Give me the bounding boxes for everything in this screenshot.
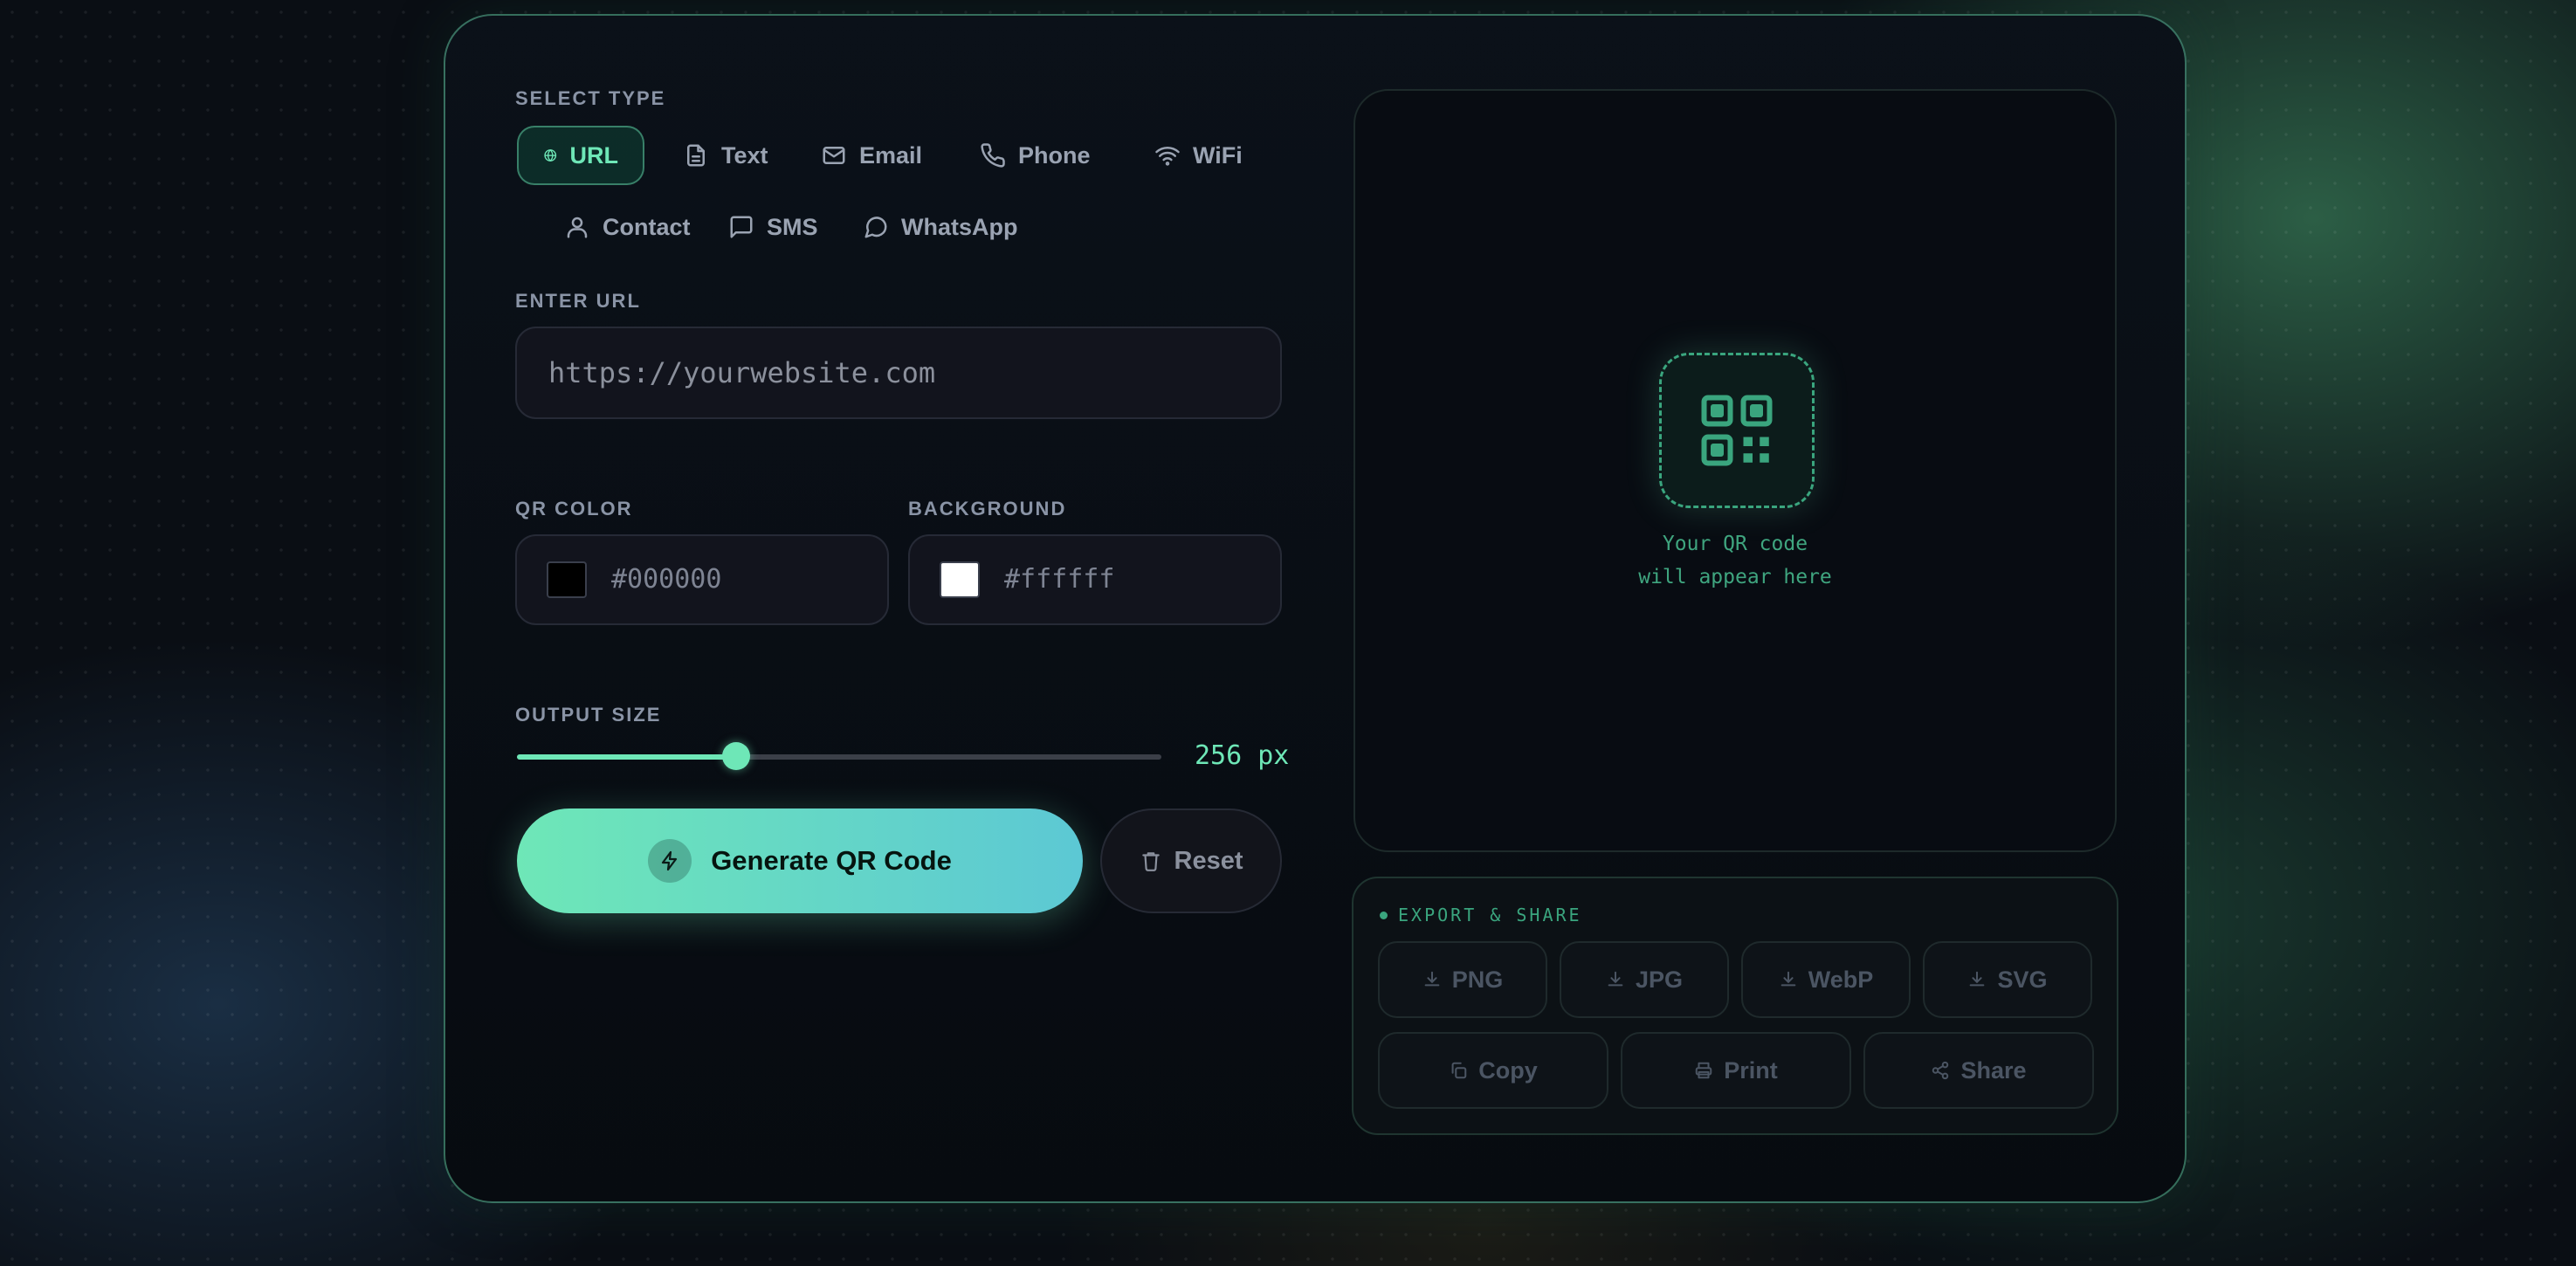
export-title: EXPORT & SHARE — [1398, 905, 1582, 925]
background-color-swatch[interactable] — [940, 561, 980, 598]
download-icon — [1970, 971, 1985, 987]
reset-button-label: Reset — [1174, 846, 1243, 875]
export-panel: EXPORT & SHARE PNG JPG WebP SVG Copy Pri… — [1352, 877, 2118, 1135]
print-button[interactable]: Print — [1621, 1032, 1851, 1109]
type-whatsapp-button[interactable]: WhatsApp — [838, 197, 1042, 257]
copy-icon — [1451, 1062, 1467, 1079]
share-button[interactable]: Share — [1863, 1032, 2094, 1109]
size-slider-fill — [517, 754, 736, 760]
export-webp-label: WebP — [1808, 966, 1874, 993]
type-email-button[interactable]: Email — [796, 126, 947, 185]
type-sms-button[interactable]: SMS — [704, 197, 843, 257]
type-url-label: URL — [569, 141, 619, 169]
export-png-button[interactable]: PNG — [1378, 941, 1547, 1018]
type-url-button[interactable]: URL — [517, 126, 644, 185]
status-dot — [1380, 911, 1388, 919]
preview-placeholder-text: Your QR code will appear here — [1355, 527, 2115, 594]
share-label: Share — [1960, 1056, 2027, 1084]
type-phone-button[interactable]: Phone — [955, 126, 1115, 185]
export-svg-button[interactable]: SVG — [1923, 941, 2092, 1018]
message-icon — [730, 216, 753, 238]
export-jpg-button[interactable]: JPG — [1560, 941, 1729, 1018]
background-color-value: #ffffff — [1004, 564, 1115, 595]
export-svg-label: SVG — [1997, 966, 2048, 993]
share-icon — [1932, 1061, 1949, 1080]
preview-line-1: Your QR code — [1662, 533, 1808, 555]
mail-icon — [823, 147, 845, 164]
type-contact-label: Contact — [603, 213, 691, 240]
export-jpg-label: JPG — [1635, 966, 1684, 993]
print-label: Print — [1724, 1056, 1778, 1084]
download-icon — [1424, 971, 1440, 987]
output-size-label: OUTPUT SIZE — [515, 704, 662, 726]
export-png-label: PNG — [1451, 966, 1504, 993]
qr-placeholder-frame — [1659, 353, 1815, 508]
export-webp-button[interactable]: WebP — [1741, 941, 1911, 1018]
type-contact-button[interactable]: Contact — [540, 197, 715, 257]
qr-preview-panel: Your QR code will appear here — [1353, 89, 2117, 852]
type-sms-label: SMS — [767, 213, 818, 240]
globe-icon — [544, 149, 557, 162]
select-type-label: SELECT TYPE — [515, 87, 666, 109]
lightning-icon — [648, 839, 692, 883]
qr-color-swatch[interactable] — [547, 561, 587, 598]
copy-label: Copy — [1478, 1056, 1538, 1084]
download-icon — [1608, 971, 1623, 987]
type-text-label: Text — [721, 141, 768, 169]
qr-generator-card: SELECT TYPE URL Text Email Phone WiFi Co… — [444, 14, 2187, 1203]
size-slider-thumb[interactable] — [721, 742, 750, 770]
wifi-icon — [1155, 146, 1180, 166]
printer-icon — [1695, 1062, 1712, 1079]
qr-color-value: #000000 — [611, 564, 722, 595]
phone-icon — [981, 143, 1005, 168]
qr-color-label: QR COLOR — [515, 498, 633, 519]
download-icon — [1780, 971, 1796, 987]
type-text-button[interactable]: Text — [658, 126, 793, 185]
export-header: EXPORT & SHARE — [1380, 905, 1582, 925]
reset-button[interactable]: Reset — [1100, 808, 1282, 913]
type-wifi-button[interactable]: WiFi — [1130, 126, 1267, 185]
copy-button[interactable]: Copy — [1378, 1032, 1608, 1109]
type-phone-label: Phone — [1018, 141, 1091, 169]
generate-button[interactable]: Generate QR Code — [517, 808, 1083, 913]
preview-line-2: will appear here — [1638, 566, 1832, 588]
qr-color-field[interactable]: #000000 — [515, 534, 889, 625]
url-input-label: ENTER URL — [515, 290, 641, 312]
background-color-field[interactable]: #ffffff — [908, 534, 1282, 625]
type-wifi-label: WiFi — [1193, 141, 1243, 169]
user-icon — [567, 217, 588, 238]
url-field — [515, 327, 1282, 419]
type-whatsapp-label: WhatsApp — [901, 213, 1018, 240]
url-input[interactable] — [517, 328, 1280, 417]
size-slider-track[interactable] — [517, 742, 1161, 770]
generate-button-label: Generate QR Code — [711, 845, 952, 876]
qr-code-icon — [1701, 395, 1773, 466]
document-icon — [687, 144, 705, 167]
background-label: BACKGROUND — [908, 498, 1067, 519]
output-size-value: 256 px — [1195, 740, 1290, 771]
trash-icon — [1141, 852, 1160, 871]
chat-bubble-icon — [864, 217, 887, 238]
type-email-label: Email — [859, 141, 923, 169]
